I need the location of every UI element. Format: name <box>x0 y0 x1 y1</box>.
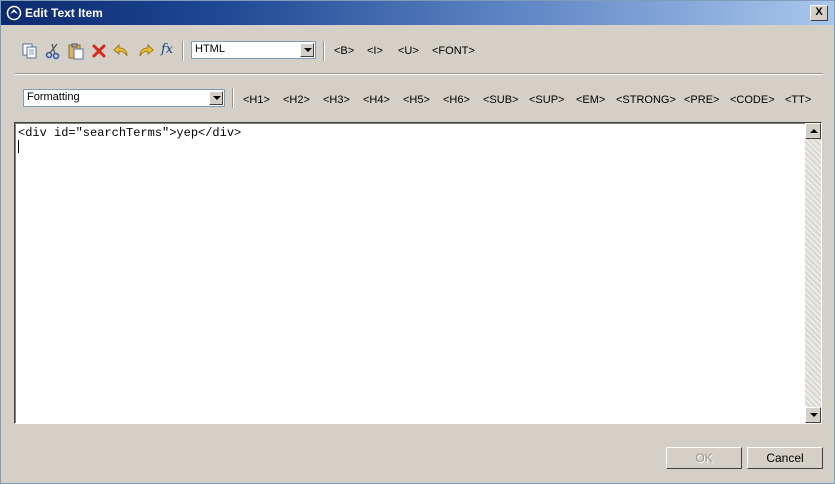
function-icon[interactable]: fx <box>161 42 179 60</box>
redo-icon[interactable] <box>136 42 154 60</box>
chevron-down-icon[interactable] <box>209 91 223 105</box>
h5-tag-button[interactable]: <H5> <box>403 94 430 106</box>
edit-toolbar: fx HTML <B> <I> <U> <FONT> <box>1 37 834 65</box>
h1-tag-button[interactable]: <H1> <box>243 94 270 106</box>
undo-icon[interactable] <box>113 42 131 60</box>
edit-text-item-dialog: Edit Text Item X fx HTML <B> <I> <U> <FO… <box>0 0 835 484</box>
cut-icon[interactable] <box>44 42 62 60</box>
text-editor[interactable]: <div id="searchTerms">yep</div> <box>14 122 822 424</box>
cancel-button[interactable]: Cancel <box>747 447 823 469</box>
scroll-up-button[interactable] <box>805 123 821 139</box>
font-tag-button[interactable]: <FONT> <box>432 45 475 57</box>
sup-tag-button[interactable]: <SUP> <box>529 94 564 106</box>
em-tag-button[interactable]: <EM> <box>576 94 605 106</box>
h4-tag-button[interactable]: <H4> <box>363 94 390 106</box>
divider <box>15 73 823 75</box>
strong-tag-button[interactable]: <STRONG> <box>616 94 676 106</box>
underline-tag-button[interactable]: <U> <box>398 45 419 57</box>
italic-tag-button[interactable]: <I> <box>367 45 383 57</box>
h3-tag-button[interactable]: <H3> <box>323 94 350 106</box>
vertical-scrollbar[interactable] <box>805 123 821 423</box>
close-button[interactable]: X <box>810 5 828 21</box>
copy-icon[interactable] <box>21 42 39 60</box>
code-tag-button[interactable]: <CODE> <box>730 94 775 106</box>
toolbar-separator <box>182 41 184 61</box>
chevron-down-icon[interactable] <box>300 43 314 57</box>
title-bar: Edit Text Item X <box>1 1 834 25</box>
window-title: Edit Text Item <box>25 6 103 20</box>
toolbar-separator <box>232 88 234 108</box>
formatting-select-value: Formatting <box>27 91 80 103</box>
bold-tag-button[interactable]: <B> <box>334 45 354 57</box>
text-caret <box>18 140 19 153</box>
toolbar-separator <box>323 41 325 61</box>
pre-tag-button[interactable]: <PRE> <box>684 94 719 106</box>
scroll-down-button[interactable] <box>805 407 821 423</box>
tt-tag-button[interactable]: <TT> <box>785 94 811 106</box>
delete-icon[interactable] <box>90 42 108 60</box>
h6-tag-button[interactable]: <H6> <box>443 94 470 106</box>
ok-button[interactable]: OK <box>666 447 742 469</box>
mode-select[interactable]: HTML <box>191 41 316 59</box>
mode-select-value: HTML <box>195 43 225 55</box>
sub-tag-button[interactable]: <SUB> <box>483 94 518 106</box>
h2-tag-button[interactable]: <H2> <box>283 94 310 106</box>
editor-content[interactable]: <div id="searchTerms">yep</div> <box>18 126 241 140</box>
formatting-select[interactable]: Formatting <box>23 89 225 107</box>
app-icon <box>6 5 22 21</box>
paste-icon[interactable] <box>67 42 85 60</box>
